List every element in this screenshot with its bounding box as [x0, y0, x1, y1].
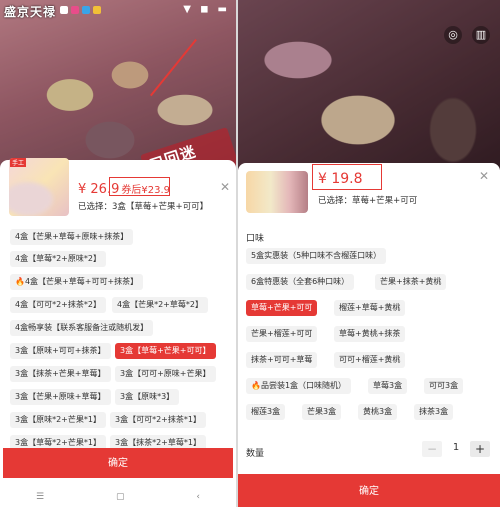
back-icon[interactable]: ‹: [196, 492, 200, 502]
close-icon[interactable]: ✕: [220, 180, 230, 194]
quantity-decrease-button[interactable]: −: [422, 441, 442, 457]
camera-icon[interactable]: ◎: [444, 26, 462, 44]
status-dot: [82, 6, 90, 14]
option-chip[interactable]: 榴莲3盒: [246, 404, 286, 420]
annotation-box-price: [312, 164, 382, 190]
album-icon[interactable]: ▥: [472, 26, 490, 44]
option-chip[interactable]: 3盒【抹茶+芒果+草莓】: [10, 366, 111, 382]
option-chip[interactable]: 芒果+抹茶+黄桃: [375, 274, 447, 290]
flavor-section-label: 口味: [246, 234, 265, 244]
option-chip-hot[interactable]: 🔥4盒【芒果+草莓+可可+抹茶】: [10, 274, 144, 290]
option-chip[interactable]: 榴莲+草莓+黄桃: [334, 300, 406, 316]
option-chip[interactable]: 4盒【芒果+草莓+原味+抹茶】: [10, 229, 134, 245]
option-chip[interactable]: 4盒畅享装【联系客服备注或随机发】: [10, 320, 154, 336]
option-chip[interactable]: 3盒【原味*2+芒果*1】: [10, 412, 106, 428]
option-chip[interactable]: 4盒【芒果*2+草莓*2】: [112, 297, 208, 313]
quantity-increase-button[interactable]: +: [470, 441, 490, 457]
status-dot: [93, 6, 101, 14]
option-chip-label: 品尝装1盒（口味随机）: [260, 381, 347, 390]
option-chip-selected[interactable]: 3盒【草莓+芒果+可可】: [115, 343, 216, 359]
option-chip[interactable]: 4盒【草莓*2+原味*2】: [10, 251, 106, 267]
quantity-label: 数量: [246, 449, 265, 459]
option-chip-label: 4盒【芒果+草莓+可可+抹茶】: [24, 277, 139, 286]
option-chip[interactable]: 可可+榴莲+黄桃: [334, 352, 406, 368]
photo-dim-overlay: [238, 0, 500, 170]
fire-icon: 🔥: [15, 277, 25, 286]
shop-name: 盛京天禄: [4, 5, 57, 19]
option-chip[interactable]: 4盒【可可*2+抹茶*2】: [10, 297, 106, 313]
menu-icon[interactable]: ☰: [36, 492, 44, 502]
product-photo: 盛京天禄 ▼ ◼ ▬ 口回迷店！: [0, 0, 236, 175]
option-chip[interactable]: 可可3盒: [424, 378, 464, 394]
selected-option-text: 已选择：草莓+芒果+可可: [318, 196, 418, 206]
right-screenshot: ◎ ▥ ¥ 19.8 已选择：草莓+芒果+可可 ✕ 口味 5盒实惠装（5种口味不…: [238, 0, 500, 507]
sku-sheet: 手工 ¥ 26.9 券后¥23.9 已选择：3盒【草莓+芒果+可可】 ✕ 4盒【芒…: [0, 158, 236, 507]
option-chip[interactable]: 黄桃3盒: [358, 404, 398, 420]
product-photo: ◎ ▥: [238, 0, 500, 170]
option-chip[interactable]: 6盒特惠装（全套6种口味）: [246, 274, 355, 290]
option-chip[interactable]: 抹茶3盒: [414, 404, 454, 420]
status-dot: [71, 6, 79, 14]
option-chip[interactable]: 3盒【原味+可可+抹茶】: [10, 343, 111, 359]
home-icon[interactable]: ▢: [116, 492, 125, 502]
option-chip-hot[interactable]: 🔥品尝装1盒（口味随机）: [246, 378, 352, 394]
android-nav-bar: ☰ ▢ ‹: [0, 486, 236, 507]
option-chip[interactable]: 抹茶+可可+草莓: [246, 352, 318, 368]
option-chip[interactable]: 芒果+榴莲+可可: [246, 326, 318, 342]
close-icon[interactable]: ✕: [479, 169, 489, 183]
status-dot: [60, 6, 68, 14]
sku-sheet: ¥ 19.8 已选择：草莓+芒果+可可 ✕ 口味 5盒实惠装（5种口味不含榴莲口…: [238, 163, 500, 507]
selected-option-text: 已选择：3盒【草莓+芒果+可可】: [78, 202, 209, 212]
option-chip[interactable]: 草莓+黄桃+抹茶: [334, 326, 406, 342]
option-chip[interactable]: 草莓3盒: [368, 378, 408, 394]
option-chip[interactable]: 5盒实惠装（5种口味不含榴莲口味）: [246, 248, 387, 264]
product-thumbnail[interactable]: [246, 171, 308, 213]
annotation-box-price: [109, 177, 170, 196]
option-chip[interactable]: 3盒【可可*2+抹茶*1】: [110, 412, 206, 428]
product-thumbnail[interactable]: 手工: [9, 158, 69, 216]
quantity-value[interactable]: 1: [448, 442, 464, 453]
confirm-button[interactable]: 确定: [238, 474, 500, 507]
option-chip[interactable]: 芒果3盒: [302, 404, 342, 420]
left-screenshot: 盛京天禄 ▼ ◼ ▬ 口回迷店！ 手工 ¥ 26.9 券后¥23.9 已选择：3盒…: [0, 0, 236, 507]
status-app-icons: [60, 6, 101, 14]
confirm-button[interactable]: 确定: [3, 448, 233, 478]
fire-icon: 🔥: [251, 381, 261, 390]
thumbnail-badge: 手工: [10, 158, 27, 167]
thumbnail-blur-mark: [9, 182, 53, 216]
option-chip-selected[interactable]: 草莓+芒果+可可: [246, 300, 318, 316]
option-chip[interactable]: 3盒【芒果+原味+草莓】: [10, 389, 111, 405]
option-chip[interactable]: 3盒【原味*3】: [115, 389, 180, 405]
status-bar-icons: ▼ ◼ ▬: [183, 4, 230, 15]
option-chip[interactable]: 3盒【可可+原味+芒果】: [115, 366, 216, 382]
